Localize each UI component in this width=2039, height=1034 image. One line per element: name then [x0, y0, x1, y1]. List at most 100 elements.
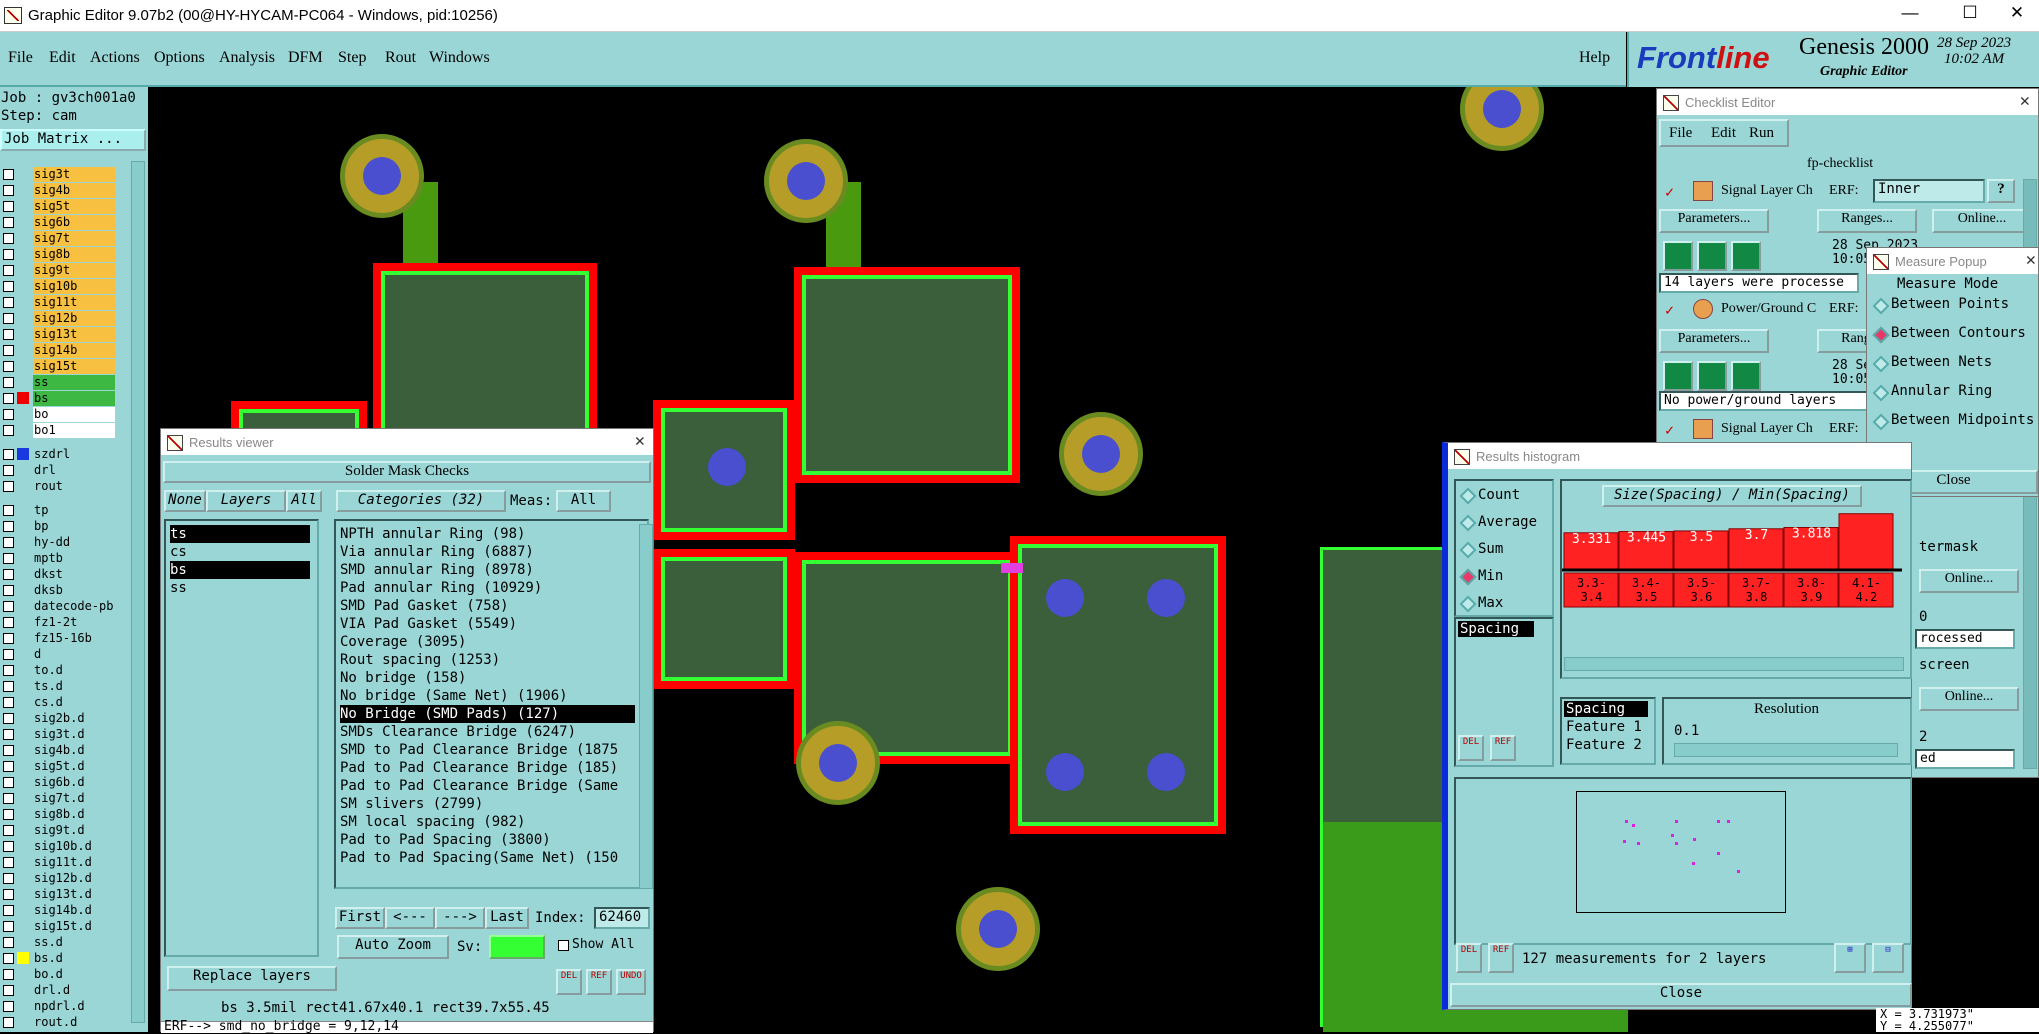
- layer-color-swatch[interactable]: [17, 760, 29, 772]
- layer-checkbox[interactable]: [3, 249, 14, 260]
- layer-color-swatch[interactable]: [17, 448, 29, 460]
- result-layer-item[interactable]: cs: [170, 543, 310, 561]
- layer-checkbox[interactable]: [3, 425, 14, 436]
- layer-color-swatch[interactable]: [17, 1016, 29, 1028]
- minimize-button[interactable]: —: [1890, 3, 1930, 23]
- category-item[interactable]: SM slivers (2799): [340, 795, 635, 813]
- layer-checkbox[interactable]: [3, 809, 14, 820]
- layer-checkbox[interactable]: [3, 569, 14, 580]
- layer-checkbox[interactable]: [3, 953, 14, 964]
- layer-item[interactable]: bo: [33, 407, 115, 422]
- categories-button[interactable]: Categories (32): [336, 490, 506, 512]
- layer-checkbox[interactable]: [3, 825, 14, 836]
- category-item[interactable]: SMD to Pad Clearance Bridge (1875: [340, 741, 635, 759]
- result-layer-item[interactable]: ts: [170, 525, 310, 543]
- del-icon[interactable]: DEL: [1458, 735, 1484, 761]
- layer-checkbox[interactable]: [3, 169, 14, 180]
- ref-icon[interactable]: REF: [1488, 943, 1514, 973]
- layer-checkbox[interactable]: [3, 265, 14, 276]
- run-icon[interactable]: [1697, 361, 1727, 391]
- category-item[interactable]: Pad to Pad Clearance Bridge (185): [340, 759, 635, 777]
- close-button[interactable]: ✕: [1997, 3, 2037, 23]
- layer-color-swatch[interactable]: [17, 296, 29, 308]
- layer-checkbox[interactable]: [3, 201, 14, 212]
- menu-file[interactable]: File: [8, 49, 33, 67]
- layer-item[interactable]: mptb: [33, 551, 115, 566]
- layer-item[interactable]: sig13t.d: [33, 887, 115, 902]
- layer-item[interactable]: datecode-pb: [33, 599, 115, 614]
- layer-item[interactable]: sig11t.d: [33, 855, 115, 870]
- layer-item[interactable]: sig9t: [33, 263, 115, 278]
- histogram-mode-radio-icon[interactable]: [1459, 487, 1477, 505]
- category-item[interactable]: No bridge (Same Net) (1906): [340, 687, 635, 705]
- layer-item[interactable]: bs.d: [33, 951, 115, 966]
- layer-color-swatch[interactable]: [17, 792, 29, 804]
- menu-analysis[interactable]: Analysis: [219, 49, 275, 67]
- layer-checkbox[interactable]: [3, 777, 14, 788]
- del-icon[interactable]: DEL: [556, 969, 582, 995]
- layer-color-swatch[interactable]: [17, 840, 29, 852]
- layer-item[interactable]: bp: [33, 519, 115, 534]
- feature-list[interactable]: Spacing Feature 1 Feature 2: [1560, 697, 1656, 765]
- none-button[interactable]: None: [164, 490, 206, 512]
- layer-color-swatch[interactable]: [17, 616, 29, 628]
- layer-color-swatch[interactable]: [17, 680, 29, 692]
- histogram-bar[interactable]: [1838, 513, 1894, 570]
- layer-checkbox[interactable]: [3, 393, 14, 404]
- layer-item[interactable]: drl.d: [33, 983, 115, 998]
- layer-checkbox[interactable]: [3, 969, 14, 980]
- ref-icon[interactable]: REF: [1490, 735, 1516, 761]
- del-icon[interactable]: DEL: [1456, 943, 1482, 973]
- category-item[interactable]: SMD Pad Gasket (758): [340, 597, 635, 615]
- layer-color-swatch[interactable]: [17, 1000, 29, 1012]
- layer-checkbox[interactable]: [3, 665, 14, 676]
- layer-checkbox[interactable]: [3, 713, 14, 724]
- histogram-mode-item[interactable]: Average: [1478, 514, 1537, 530]
- feature-spacing[interactable]: Spacing: [1564, 701, 1648, 717]
- layer-item[interactable]: tp: [33, 503, 115, 518]
- layer-color-swatch[interactable]: [17, 728, 29, 740]
- layer-item[interactable]: to.d: [33, 663, 115, 678]
- layer-item[interactable]: sig4b: [33, 183, 115, 198]
- prev-button[interactable]: <---: [385, 907, 435, 929]
- category-item[interactable]: Rout spacing (1253): [340, 651, 635, 669]
- category-item[interactable]: Pad to Pad Clearance Bridge (Same: [340, 777, 635, 795]
- run-icon[interactable]: [1697, 241, 1727, 271]
- layer-color-swatch[interactable]: [17, 664, 29, 676]
- measure-close-icon[interactable]: ✕: [2026, 250, 2036, 270]
- layer-color-swatch[interactable]: [17, 648, 29, 660]
- layer-color-swatch[interactable]: [17, 328, 29, 340]
- layer-item[interactable]: bs: [33, 391, 115, 406]
- layer-color-swatch[interactable]: [17, 856, 29, 868]
- histogram-mode-radio-icon[interactable]: [1459, 514, 1477, 532]
- layer-color-swatch[interactable]: [17, 632, 29, 644]
- layer-item[interactable]: sig6b.d: [33, 775, 115, 790]
- row2-parameters-button[interactable]: Parameters...: [1659, 329, 1769, 353]
- layer-checkbox[interactable]: [3, 681, 14, 692]
- layer-item[interactable]: sig12b.d: [33, 871, 115, 886]
- measure-mode-item[interactable]: Between Midpoints: [1891, 412, 2034, 428]
- layer-checkbox[interactable]: [3, 329, 14, 340]
- layer-item[interactable]: sig10b.d: [33, 839, 115, 854]
- layer-color-swatch[interactable]: [17, 536, 29, 548]
- row1-help-button[interactable]: ?: [1987, 179, 2015, 203]
- layer-checkbox[interactable]: [3, 1001, 14, 1012]
- layer-item[interactable]: sig5t.d: [33, 759, 115, 774]
- histogram-close-button[interactable]: Close: [1450, 983, 1912, 1007]
- layer-item[interactable]: d: [33, 647, 115, 662]
- category-list[interactable]: NPTH annular Ring (98) Via annular Ring (…: [334, 519, 649, 889]
- layer-color-swatch[interactable]: [17, 600, 29, 612]
- maximize-button[interactable]: ☐: [1950, 3, 1990, 23]
- measure-radio-icon[interactable]: [1872, 384, 1890, 402]
- report-chart-icon[interactable]: ⊟: [1872, 943, 1904, 973]
- checklist-file-menu[interactable]: File: [1669, 125, 1692, 142]
- layer-checkbox[interactable]: [3, 649, 14, 660]
- layer-checkbox[interactable]: [3, 297, 14, 308]
- undo-icon[interactable]: UNDO: [616, 969, 646, 995]
- run-icon[interactable]: [1663, 361, 1693, 391]
- show-all-checkbox[interactable]: [558, 940, 569, 951]
- category-item[interactable]: No bridge (158): [340, 669, 635, 687]
- layer-item[interactable]: ts.d: [33, 679, 115, 694]
- measure-mode-item[interactable]: Annular Ring: [1891, 383, 1992, 399]
- layer-checkbox[interactable]: [3, 761, 14, 772]
